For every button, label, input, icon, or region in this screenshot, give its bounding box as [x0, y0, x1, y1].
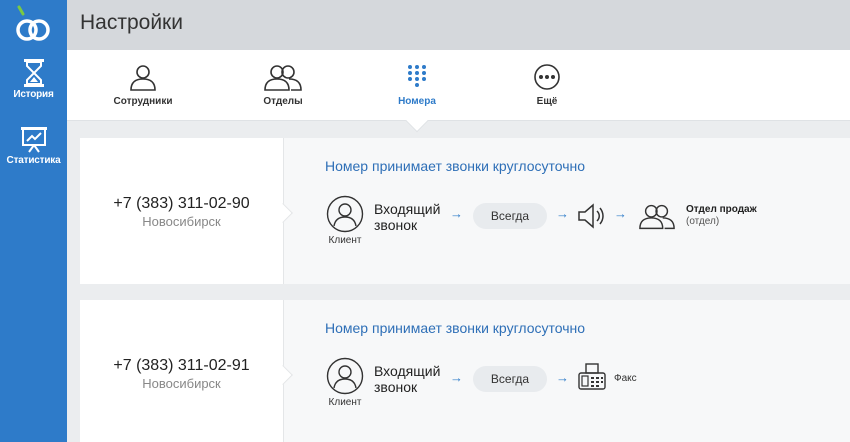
incoming-line-1: Входящий: [374, 363, 441, 379]
tab-employees[interactable]: Сотрудники: [88, 62, 198, 107]
active-tab-pointer: [405, 109, 429, 133]
header: Настройки: [67, 0, 850, 50]
arrow-icon: →: [450, 206, 463, 221]
more-icon: [534, 64, 560, 90]
incoming-line-2: звонок: [374, 379, 418, 395]
sidebar-item-label: История: [13, 89, 54, 100]
number-info: +7 (383) 311-02-91 Новосибирск: [80, 300, 283, 442]
city-label: Новосибирск: [142, 376, 221, 391]
client-label: Клиент: [328, 397, 362, 408]
arrow-icon: →: [556, 370, 569, 385]
sidebar-item-history[interactable]: История: [0, 58, 67, 100]
incoming-call-label: Входящий звонок: [374, 201, 440, 233]
destination-type: (отдел): [686, 216, 720, 227]
tab-more[interactable]: Ещё: [492, 62, 602, 107]
city-label: Новосибирск: [142, 214, 221, 229]
sidebar-item-statistics[interactable]: Статистика: [0, 126, 67, 166]
department-icon: [639, 204, 675, 230]
keypad-icon: [408, 65, 426, 87]
routing-panel: Номер принимает звонки круглосуточно Кли…: [283, 300, 850, 442]
client-icon: [326, 357, 364, 395]
arrow-icon: →: [450, 370, 463, 385]
tab-bar: Сотрудники Отделы Номера Ещё: [67, 50, 850, 133]
tab-label: Отделы: [263, 96, 303, 107]
tab-label: Сотрудники: [113, 96, 173, 107]
tab-numbers[interactable]: Номера: [362, 62, 472, 107]
destination-name[interactable]: Факс: [614, 373, 637, 384]
person-icon: [130, 65, 156, 91]
incoming-line-1: Входящий: [374, 201, 441, 217]
phone-number: +7 (383) 311-02-91: [113, 357, 250, 374]
tab-label: Ещё: [536, 96, 558, 107]
destination-name[interactable]: Отдел продаж: [686, 204, 757, 215]
routing-panel: Номер принимает звонки круглосуточно Кли…: [283, 138, 850, 284]
speaker-icon: [578, 203, 604, 229]
sidebar-item-label: Статистика: [6, 155, 61, 166]
page-title: Настройки: [80, 11, 183, 34]
condition-pill[interactable]: Всегда: [473, 366, 547, 392]
arrow-icon: →: [614, 206, 627, 221]
hourglass-icon: [23, 59, 44, 87]
phone-number: +7 (383) 311-02-90: [113, 195, 250, 212]
client-label: Клиент: [328, 235, 362, 246]
group-icon: [264, 65, 302, 91]
incoming-line-2: звонок: [374, 217, 418, 233]
incoming-call-label: Входящий звонок: [374, 363, 440, 395]
condition-pill[interactable]: Всегда: [473, 203, 547, 229]
sidebar: История Статистика: [0, 0, 67, 442]
number-card[interactable]: +7 (383) 311-02-90 Новосибирск Номер при…: [80, 138, 850, 284]
number-info: +7 (383) 311-02-90 Новосибирск: [80, 138, 283, 284]
arrow-icon: →: [556, 206, 569, 221]
app-logo[interactable]: [13, 4, 53, 46]
client-icon: [326, 195, 364, 233]
chart-icon: [20, 127, 47, 153]
tab-label: Номера: [398, 96, 436, 107]
schedule-link[interactable]: Номер принимает звонки круглосуточно: [325, 158, 585, 174]
number-card[interactable]: +7 (383) 311-02-91 Новосибирск Номер при…: [80, 300, 850, 442]
fax-icon: [578, 363, 606, 390]
tab-departments[interactable]: Отделы: [228, 62, 338, 107]
schedule-link[interactable]: Номер принимает звонки круглосуточно: [325, 320, 585, 336]
